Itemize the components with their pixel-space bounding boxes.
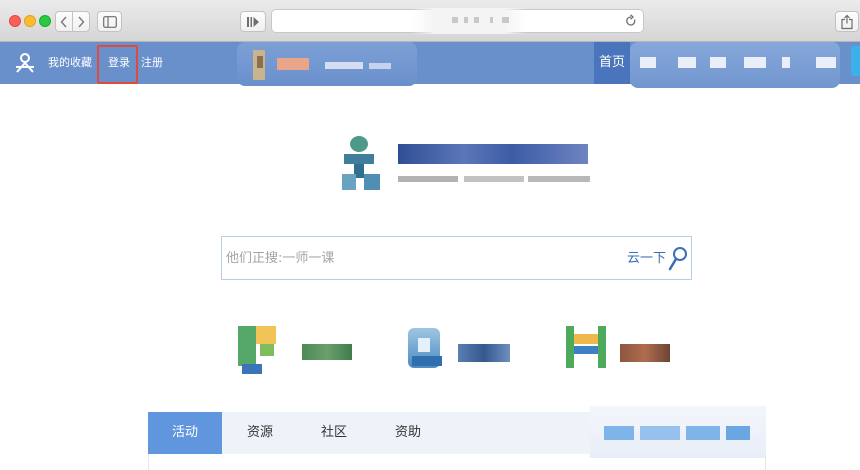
search-button[interactable]: 云一下 [627, 245, 666, 273]
reader-button[interactable] [240, 11, 266, 32]
tab-activities[interactable]: 活动 [148, 412, 222, 454]
tab-content-area [148, 454, 766, 470]
url-text-redacted [412, 8, 527, 34]
browser-toolbar [0, 0, 860, 42]
back-button[interactable] [55, 11, 73, 32]
address-bar[interactable] [271, 8, 644, 34]
share-button[interactable] [835, 11, 859, 32]
zoom-window-button[interactable] [39, 15, 51, 27]
forward-icon [78, 16, 85, 27]
minimize-window-button[interactable] [24, 15, 36, 27]
search-box: 云一下 [221, 236, 692, 280]
site-header: 我的收藏 登录 注册 首页 [0, 42, 860, 88]
reader-icon [247, 16, 259, 27]
site-logo-icon[interactable] [14, 52, 36, 74]
my-favorites-link[interactable]: 我的收藏 [48, 55, 92, 71]
search-icon[interactable] [668, 246, 688, 272]
register-link[interactable]: 注册 [141, 55, 163, 71]
brand-logo [340, 134, 595, 196]
feature-link-3[interactable] [566, 320, 676, 380]
feature-link-1[interactable] [236, 320, 354, 380]
redacted-banner [237, 42, 417, 86]
close-window-button[interactable] [9, 15, 21, 27]
login-link[interactable]: 登录 [108, 55, 130, 71]
side-panel-tab[interactable] [851, 46, 860, 76]
tab-resources[interactable]: 资源 [232, 412, 288, 454]
feature-link-2[interactable] [404, 320, 516, 380]
search-input[interactable] [226, 247, 606, 269]
redacted-nav-links [630, 42, 840, 88]
share-icon [841, 14, 853, 29]
tab-funding[interactable]: 资助 [380, 412, 436, 454]
redacted-tab-banner [590, 406, 766, 458]
tab-community[interactable]: 社区 [306, 412, 362, 454]
reload-icon[interactable] [625, 14, 637, 28]
sidebar-icon [102, 15, 117, 28]
sidebar-button[interactable] [97, 11, 122, 32]
category-tabs: 活动 资源 社区 资助 [148, 406, 766, 458]
back-icon [60, 16, 67, 27]
forward-button[interactable] [72, 11, 90, 32]
home-nav-link[interactable]: 首页 [594, 42, 630, 84]
